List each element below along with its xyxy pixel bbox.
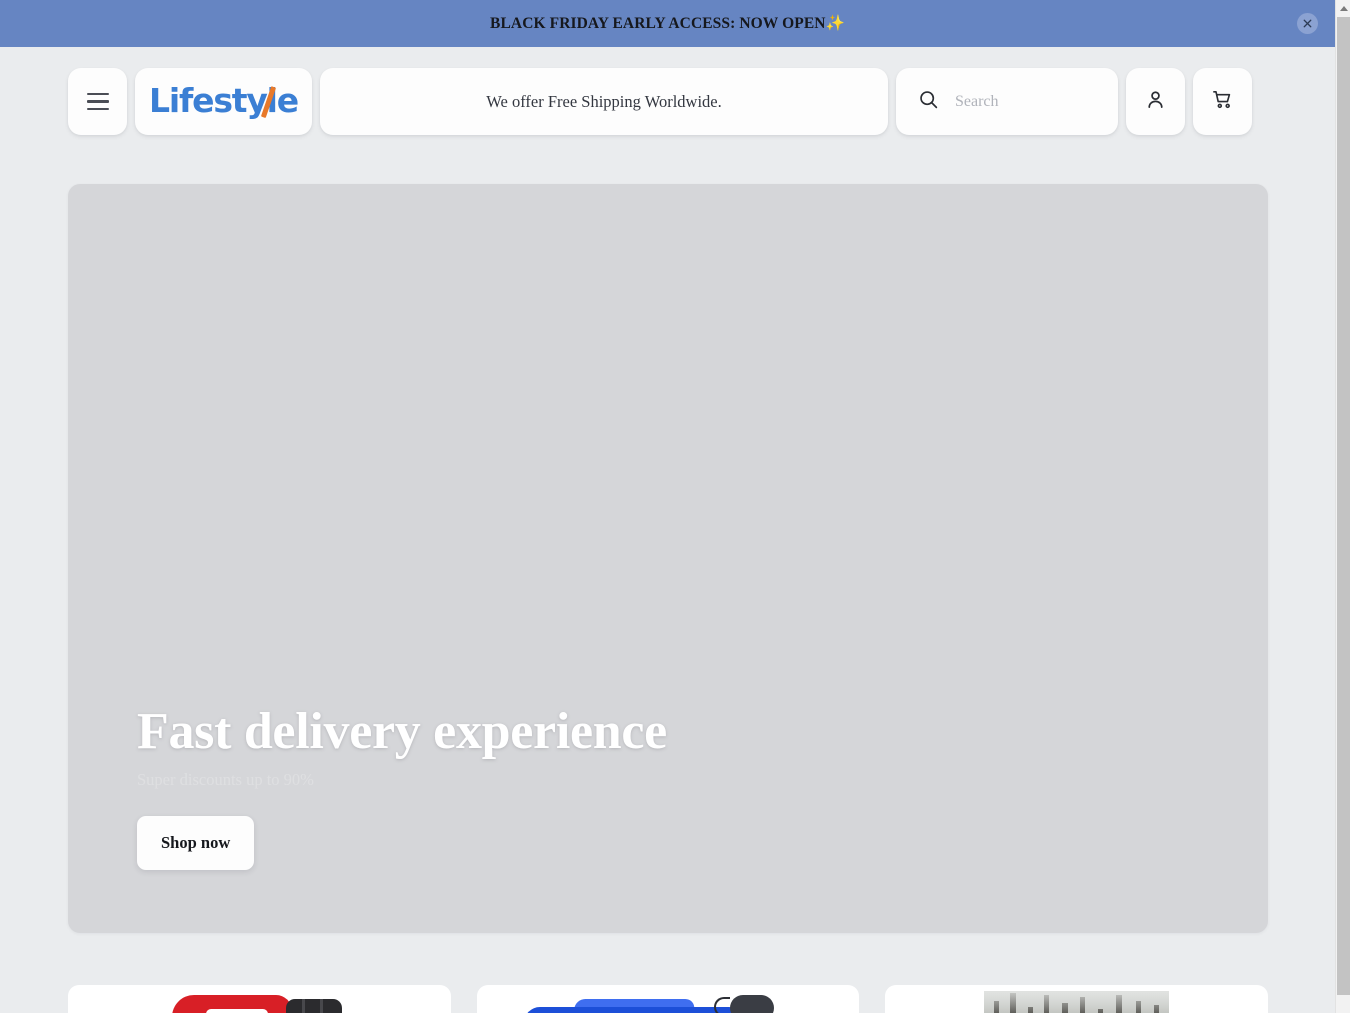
product-image-forest-landscape-photo (885, 985, 1268, 1013)
vertical-scrollbar[interactable] (1335, 0, 1350, 1013)
page-viewport: BLACK FRIDAY EARLY ACCESS: NOW OPEN✨ Lif… (0, 0, 1350, 1013)
hamburger-menu-icon (86, 92, 109, 111)
cart-button[interactable] (1193, 68, 1252, 135)
shopping-cart-icon (1211, 88, 1234, 116)
hero-subtitle: Super discounts up to 90% (137, 770, 314, 789)
product-image-blue-power-tool (477, 985, 860, 1013)
account-button[interactable] (1126, 68, 1185, 135)
promo-banner: BLACK FRIDAY EARLY ACCESS: NOW OPEN✨ (0, 0, 1335, 47)
hero-banner: Fast delivery experience Super discounts… (68, 184, 1268, 933)
site-logo[interactable]: Lifestyle (135, 68, 312, 135)
promo-banner-text: BLACK FRIDAY EARLY ACCESS: NOW OPEN✨ (490, 15, 845, 32)
product-image-red-power-tool (68, 985, 451, 1013)
product-card[interactable] (885, 985, 1269, 1013)
site-header: Lifestyle We offer Free Shipping Worldwi… (0, 68, 1335, 135)
search-input[interactable] (953, 91, 1096, 112)
close-icon[interactable] (1297, 13, 1318, 34)
shop-now-button[interactable]: Shop now (137, 816, 255, 870)
scroll-up-arrow-icon[interactable] (1336, 0, 1350, 16)
product-card[interactable] (476, 985, 860, 1013)
product-grid (68, 985, 1269, 1013)
shipping-notice-text: We offer Free Shipping Worldwide. (486, 91, 722, 111)
scrollbar-thumb[interactable] (1337, 17, 1350, 995)
hero-title: Fast delivery experience (137, 703, 667, 761)
search-box[interactable] (896, 68, 1118, 135)
shipping-notice: We offer Free Shipping Worldwide. (320, 68, 888, 135)
product-card[interactable] (68, 985, 451, 1013)
search-icon (918, 89, 939, 115)
menu-button[interactable] (68, 68, 127, 135)
user-account-icon (1144, 88, 1167, 116)
